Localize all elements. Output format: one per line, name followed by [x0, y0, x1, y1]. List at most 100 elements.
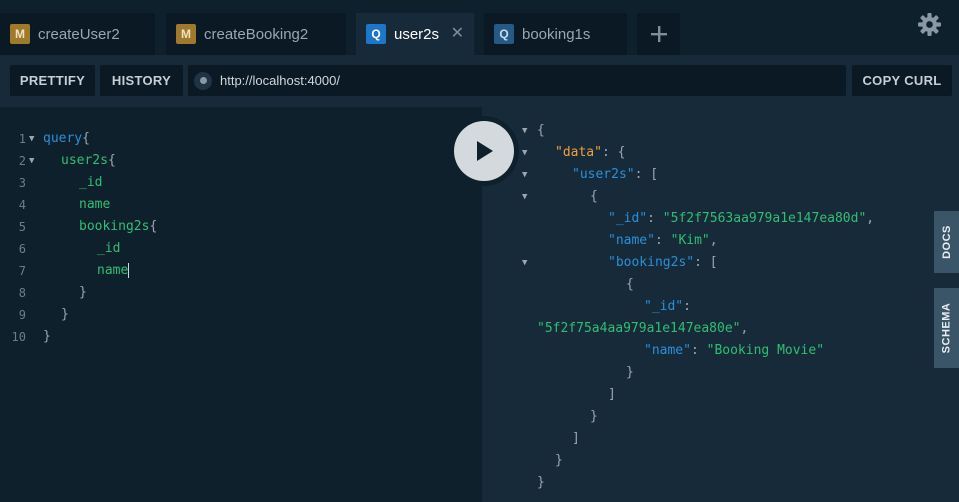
line-number: 10 — [11, 330, 26, 344]
json-key: "_id" — [608, 211, 648, 226]
punct-token: { — [82, 131, 90, 146]
tab-booking1s[interactable]: Q booking1s — [484, 13, 627, 55]
text-cursor — [128, 263, 130, 278]
punct-token: } — [79, 285, 87, 300]
field-token: booking2s — [79, 219, 150, 234]
plus-icon — [650, 26, 667, 42]
fold-toggle-icon[interactable]: ▼ — [29, 128, 34, 150]
code-line: user2s{ — [61, 150, 116, 172]
json-punct: : [ — [634, 167, 659, 182]
line-number: 4 — [18, 198, 26, 212]
tab-user2s[interactable]: Q user2s ✕ — [356, 13, 474, 55]
toolbar: PRETTIFY HISTORY http://localhost:4000/ … — [0, 55, 959, 107]
json-line: "data": { — [555, 142, 625, 164]
json-bracket: ] — [608, 387, 616, 402]
json-key: "data" — [555, 145, 602, 160]
copy-curl-button[interactable]: COPY CURL — [852, 65, 952, 96]
json-key: "booking2s" — [608, 255, 695, 270]
tab-create-user2[interactable]: M createUser2 — [0, 13, 155, 55]
code-line: _id — [97, 238, 120, 260]
code-line: _id — [79, 172, 102, 194]
punct-token: } — [61, 307, 69, 322]
add-tab-button[interactable] — [637, 13, 680, 55]
fold-toggle-icon[interactable]: ▼ — [29, 150, 34, 172]
tab-label: createBooking2 — [204, 25, 309, 43]
docs-tab-label: DOCS — [940, 225, 953, 259]
connection-status-icon — [194, 71, 212, 90]
json-key: "name" — [608, 233, 655, 248]
json-punct: : { — [601, 145, 626, 160]
tab-create-booking2[interactable]: M createBooking2 — [166, 13, 346, 55]
line-number: 9 — [18, 308, 26, 322]
json-line: "user2s": [ — [572, 164, 658, 186]
gear-icon[interactable] — [917, 12, 942, 37]
code-line: booking2s{ — [79, 216, 157, 238]
code-line: name — [97, 260, 130, 282]
json-brace: } — [555, 453, 563, 468]
line-number: 8 — [18, 286, 26, 300]
punct-token: { — [107, 153, 116, 168]
json-bracket: ] — [572, 431, 580, 446]
fold-toggle-icon[interactable]: ▼ — [522, 142, 527, 164]
json-brace: } — [537, 475, 545, 490]
endpoint-url-text: http://localhost:4000/ — [220, 73, 340, 88]
json-key: "name" — [644, 343, 691, 358]
json-brace: { — [590, 189, 598, 204]
line-number: 5 — [18, 220, 26, 234]
tab-label: createUser2 — [38, 25, 120, 43]
json-brace: } — [626, 365, 634, 380]
punct-token: { — [149, 219, 158, 234]
json-string: "5f2f75a4aa979a1e147ea80e" — [537, 321, 741, 336]
play-icon — [477, 141, 493, 161]
tab-bar: M createUser2 M createBooking2 Q user2s … — [0, 0, 959, 55]
close-tab-icon[interactable]: ✕ — [451, 24, 464, 44]
field-token: _id — [97, 241, 121, 256]
schema-tab-label: SCHEMA — [940, 302, 953, 354]
line-number: 6 — [18, 242, 26, 256]
fold-toggle-icon[interactable]: ▼ — [522, 186, 527, 208]
json-brace: { — [626, 277, 634, 292]
line-number: 1 — [18, 132, 26, 146]
code-line: } — [43, 326, 51, 348]
endpoint-url-input[interactable]: http://localhost:4000/ — [188, 65, 846, 96]
json-key: "user2s" — [572, 167, 635, 182]
json-punct: : [ — [694, 255, 718, 270]
fold-toggle-icon[interactable]: ▼ — [522, 252, 527, 274]
query-badge: Q — [366, 24, 386, 44]
json-line: "name": "Kim", — [608, 233, 718, 248]
history-button[interactable]: HISTORY — [100, 65, 183, 96]
code-line: } — [79, 282, 87, 304]
json-brace: { — [537, 123, 545, 138]
json-line: "_id": — [644, 299, 691, 314]
json-line: "name": "Booking Movie" — [644, 343, 825, 358]
line-number: 3 — [18, 176, 26, 190]
field-token: name — [79, 197, 111, 212]
fold-toggle-icon[interactable]: ▼ — [522, 120, 527, 142]
run-query-button[interactable] — [449, 116, 519, 186]
tab-label: booking1s — [522, 25, 591, 43]
field-token: user2s — [61, 153, 108, 168]
docs-tab[interactable]: DOCS — [934, 211, 959, 273]
code-line: name — [79, 194, 110, 216]
schema-tab[interactable]: SCHEMA — [934, 288, 959, 368]
query-editor[interactable]: 1 2 3 4 5 6 7 8 9 10 ▼ ▼ query{ user2s{ … — [0, 107, 482, 502]
json-string: "5f2f7563aa979a1e147ea80d" — [662, 211, 867, 226]
tab-label: user2s — [394, 25, 440, 43]
line-number: 7 — [18, 264, 26, 278]
code-line: } — [61, 304, 69, 326]
json-brace: } — [590, 409, 598, 424]
fold-toggle-icon[interactable]: ▼ — [522, 164, 527, 186]
code-line: query{ — [43, 128, 90, 150]
json-key: "_id" — [644, 299, 684, 314]
result-viewer: ▼ ▼ ▼ ▼ ▼ { "data": { "user2s": [ { "_id… — [482, 107, 934, 502]
json-line: "5f2f75a4aa979a1e147ea80e", — [537, 321, 749, 336]
field-token: _id — [79, 175, 103, 190]
run-button-face — [454, 121, 514, 181]
mutation-badge: M — [10, 24, 30, 44]
json-line: "_id": "5f2f7563aa979a1e147ea80d", — [608, 211, 875, 226]
query-badge: Q — [494, 24, 514, 44]
json-string: "Kim" — [670, 233, 710, 248]
json-line: "booking2s": [ — [608, 252, 718, 274]
prettify-button[interactable]: PRETTIFY — [10, 65, 95, 96]
punct-token: } — [43, 329, 51, 344]
